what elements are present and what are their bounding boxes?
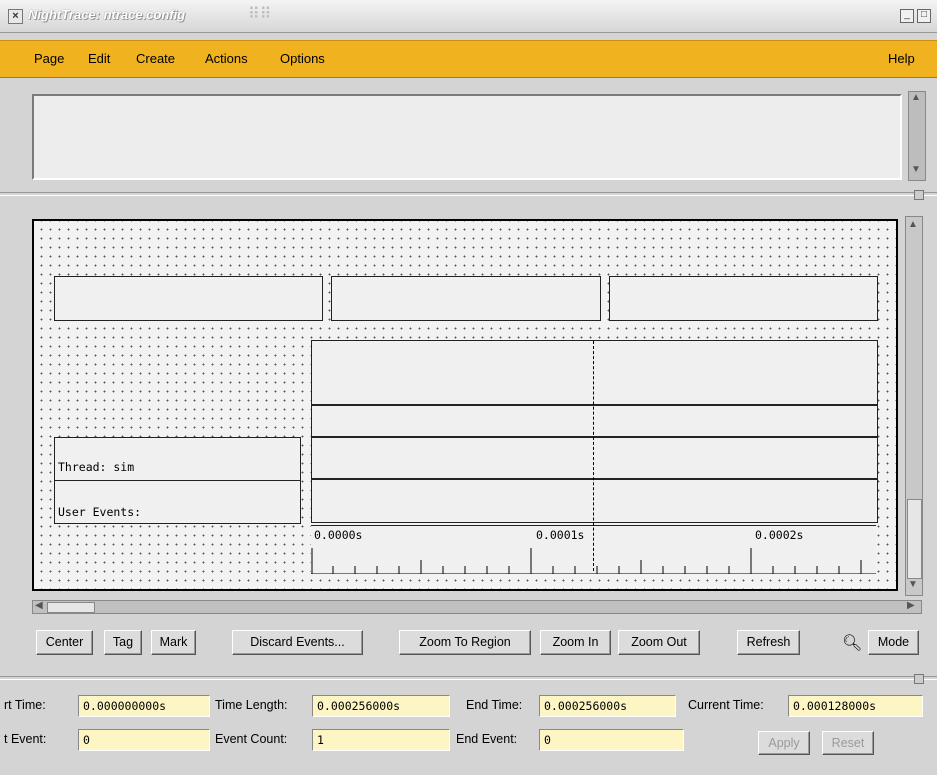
menu-create[interactable]: Create — [136, 51, 175, 66]
menu-edit[interactable]: Edit — [88, 51, 110, 66]
end-event-field[interactable]: 0 — [539, 729, 684, 751]
timeline-user-events-row — [311, 479, 878, 523]
current-time-label: Current Time: — [688, 698, 764, 712]
scroll-left-icon[interactable]: ◀ — [35, 600, 43, 611]
display-box-1 — [54, 276, 323, 321]
center-button[interactable]: Center — [36, 630, 93, 655]
scroll-down-icon[interactable]: ▼ — [911, 164, 921, 175]
zoom-to-region-button[interactable]: Zoom To Region — [399, 630, 531, 655]
vertical-scroll-thumb[interactable] — [907, 499, 922, 579]
start-time-label: rt Time: — [4, 698, 46, 712]
apply-button[interactable]: Apply — [758, 731, 810, 755]
maximize-icon[interactable]: □ — [917, 9, 931, 23]
end-time-label: End Time: — [466, 698, 523, 712]
menu-help[interactable]: Help — [888, 51, 915, 66]
display-box-3 — [609, 276, 878, 321]
canvas-horizontal-scrollbar[interactable]: ◀ ▶ — [32, 600, 922, 614]
scroll-right-icon[interactable]: ▶ — [907, 600, 915, 611]
menu-options[interactable]: Options — [280, 51, 325, 66]
tag-button[interactable]: Tag — [104, 630, 142, 655]
menu-actions[interactable]: Actions — [205, 51, 248, 66]
menubar: Page Edit Create Actions Options Help — [0, 40, 937, 78]
scroll-up-icon[interactable]: ▲ — [908, 219, 918, 230]
end-event-label: End Event: — [456, 732, 518, 746]
zoom-in-button[interactable]: Zoom In — [540, 630, 611, 655]
pane-grip[interactable] — [914, 674, 924, 684]
event-count-label: Event Count: — [215, 732, 288, 746]
current-time-field[interactable]: 0.000128000s — [788, 695, 923, 717]
message-scrollbar[interactable]: ▲ ▼ — [908, 91, 926, 181]
start-event-field[interactable]: 0 — [78, 729, 210, 751]
scroll-down-icon[interactable]: ▼ — [908, 579, 918, 590]
title-decoration-icon: ⠿⠿ — [248, 6, 272, 23]
menu-page[interactable]: Page — [34, 51, 64, 66]
mark-button[interactable]: Mark — [151, 630, 196, 655]
message-area — [32, 94, 902, 180]
canvas-vertical-scrollbar[interactable]: ▲ ▼ — [905, 216, 923, 596]
user-events-box: User Events: — [54, 480, 301, 524]
current-time-cursor[interactable] — [593, 341, 594, 571]
thread-label-box: Thread: sim — [54, 437, 301, 481]
minimize-icon[interactable]: _ — [900, 9, 914, 23]
zoom-out-button[interactable]: Zoom Out — [618, 630, 700, 655]
display-canvas[interactable]: Thread: sim User Events: 0.0000s 0.0001s… — [32, 219, 898, 591]
divider — [0, 676, 937, 680]
start-time-field[interactable]: 0.000000000s — [78, 695, 210, 717]
discard-events-button[interactable]: Discard Events... — [232, 630, 363, 655]
reset-button[interactable]: Reset — [822, 731, 874, 755]
thread-label: Thread: sim — [58, 460, 135, 474]
event-count-field[interactable]: 1 — [312, 729, 450, 751]
timeline-top-row — [311, 340, 878, 405]
horizontal-scroll-thumb[interactable] — [47, 602, 95, 613]
divider — [0, 192, 937, 196]
window-menu-icon[interactable]: × — [8, 9, 23, 24]
time-length-field[interactable]: 0.000256000s — [312, 695, 450, 717]
window-titlebar[interactable]: × NightTrace: ntrace.config ⠿⠿ _ □ — [0, 0, 937, 33]
refresh-button[interactable]: Refresh — [737, 630, 800, 655]
display-box-2 — [331, 276, 601, 321]
mode-button[interactable]: Mode — [868, 630, 919, 655]
end-time-field[interactable]: 0.000256000s — [539, 695, 676, 717]
timeline-thread-row — [311, 437, 878, 479]
timeline-row-2 — [311, 405, 878, 437]
pane-grip[interactable] — [914, 190, 924, 200]
user-events-label: User Events: — [58, 505, 142, 519]
magnifier-icon: 🔍︎ — [842, 635, 863, 652]
time-length-label: Time Length: — [215, 698, 288, 712]
start-event-label: t Event: — [4, 732, 47, 746]
scroll-up-icon[interactable]: ▲ — [911, 92, 921, 103]
window-title: NightTrace: ntrace.config — [28, 7, 186, 22]
